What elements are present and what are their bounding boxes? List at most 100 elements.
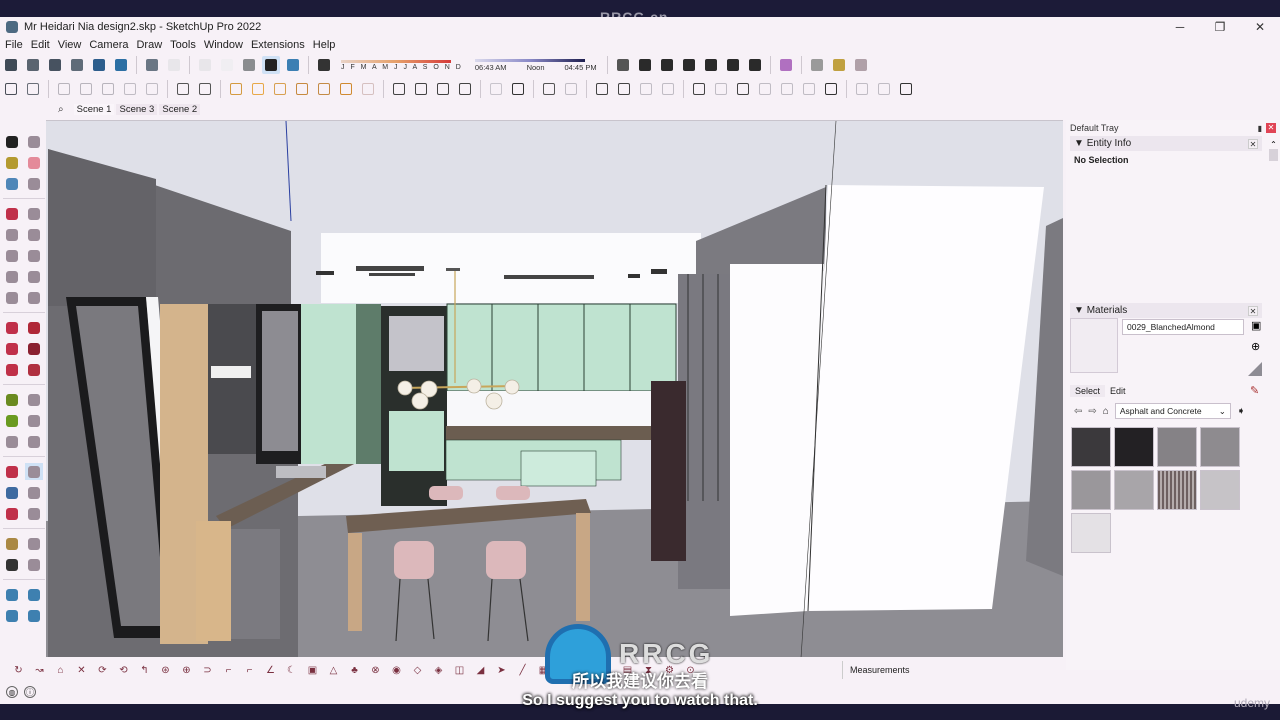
menu-view[interactable]: View (54, 39, 86, 51)
back-view-icon[interactable] (724, 56, 742, 74)
entity-info-header[interactable]: ▼ Entity Info ✕ (1070, 136, 1262, 151)
tool-polygon[interactable] (25, 247, 43, 264)
cube-icon[interactable] (712, 80, 730, 98)
tool-orbit-select[interactable] (25, 133, 43, 150)
tool-push-pull[interactable] (25, 319, 43, 336)
extension-warehouse-icon[interactable] (777, 56, 795, 74)
section-plane-icon[interactable] (337, 80, 355, 98)
menu-tools[interactable]: Tools (166, 39, 200, 51)
tool-rotated-rectangle[interactable] (25, 226, 43, 243)
tool-rotate[interactable] (3, 340, 21, 357)
tool-line[interactable] (3, 205, 21, 222)
tool-footprints[interactable] (3, 556, 21, 573)
trim-icon[interactable] (99, 80, 117, 98)
styles-icon[interactable] (852, 56, 870, 74)
split-icon[interactable] (121, 80, 139, 98)
tiles-icon[interactable] (853, 80, 871, 98)
menu-edit[interactable]: Edit (27, 39, 54, 51)
shaded-textures-icon[interactable] (262, 56, 280, 74)
scene-tab-1[interactable]: Scene 1 (73, 103, 115, 115)
tool-axes[interactable] (3, 433, 21, 450)
layer-icon[interactable] (68, 56, 86, 74)
tool-dimension[interactable] (25, 391, 43, 408)
visibility-icon[interactable] (897, 80, 915, 98)
tool-text[interactable] (25, 412, 43, 429)
search-icon[interactable]: ⌕ (58, 104, 64, 115)
materials-tab-edit[interactable]: Edit (1105, 385, 1131, 397)
tool-2-point-arc[interactable] (25, 289, 43, 306)
tool-position-camera[interactable] (25, 505, 43, 522)
fog-icon[interactable] (614, 56, 632, 74)
solid2-icon[interactable] (112, 56, 130, 74)
solid-tools-icon[interactable] (143, 80, 161, 98)
tool-follow-me[interactable] (25, 340, 43, 357)
grid-icon[interactable] (800, 80, 818, 98)
eyedropper-icon[interactable]: ✎ (1250, 384, 1259, 397)
location-icon[interactable] (830, 56, 848, 74)
component-icon[interactable] (2, 56, 20, 74)
menu-draw[interactable]: Draw (132, 39, 166, 51)
home-icon[interactable]: ⌂ (1103, 406, 1109, 417)
tool-sandbox-drape[interactable] (3, 607, 21, 624)
details-arrow-icon[interactable]: ➧ (1237, 406, 1245, 417)
tool-protractor[interactable] (3, 412, 21, 429)
tool-sandbox-stamp[interactable] (25, 586, 43, 603)
tool-pan[interactable] (25, 463, 43, 480)
tool-freehand[interactable] (25, 205, 43, 222)
menu-window[interactable]: Window (200, 39, 247, 51)
material-swatch[interactable] (1114, 470, 1154, 510)
tool-section-plane[interactable] (25, 556, 43, 573)
tool-zoom[interactable] (3, 484, 21, 501)
solid-icon[interactable] (90, 56, 108, 74)
add-scene-icon[interactable] (540, 80, 558, 98)
make-component-icon[interactable] (174, 80, 192, 98)
xray-icon[interactable] (143, 56, 161, 74)
refresh-icon[interactable] (509, 80, 527, 98)
material-name-field[interactable]: 0029_BlanchedAlmond (1122, 319, 1244, 335)
tool-zoom-extents[interactable] (3, 505, 21, 522)
tool-sandbox-flip[interactable] (25, 607, 43, 624)
material-swatch[interactable] (1071, 513, 1111, 553)
grass-icon[interactable] (756, 80, 774, 98)
offset-icon[interactable] (249, 80, 267, 98)
materials-header[interactable]: ▼ Materials ✕ (1070, 303, 1262, 318)
paint-default-icon[interactable]: ▣ (1251, 319, 1261, 332)
smoove-icon[interactable] (778, 80, 796, 98)
scene-image-icon[interactable] (562, 80, 580, 98)
back-arrow-icon[interactable]: ⇦ (1074, 406, 1082, 417)
tool-3d-text[interactable] (25, 433, 43, 450)
sandbox-from-contours-icon[interactable] (690, 80, 708, 98)
iso-icon[interactable] (636, 56, 654, 74)
style-check-icon[interactable] (390, 80, 408, 98)
door-icon[interactable] (875, 80, 893, 98)
material-swatch[interactable] (1071, 470, 1111, 510)
minimize-button[interactable]: ─ (1160, 17, 1200, 37)
tray-close-button[interactable]: ✕ (1266, 123, 1276, 133)
rainbow-icon[interactable] (487, 80, 505, 98)
flip-edge-icon[interactable] (822, 80, 840, 98)
union-icon[interactable] (55, 80, 73, 98)
close-button[interactable]: ✕ (1240, 17, 1280, 37)
menu-file[interactable]: File (0, 39, 27, 51)
tool-tape-measure[interactable] (3, 391, 21, 408)
tool-tag-tool[interactable] (25, 175, 43, 192)
3d-viewport[interactable] (46, 120, 1063, 657)
tray-scrollbar[interactable]: ⌃ (1269, 140, 1278, 670)
wireframe-icon[interactable] (196, 56, 214, 74)
tool-scale[interactable] (3, 361, 21, 378)
tool-orbit[interactable] (3, 463, 21, 480)
scene-tab-2[interactable]: Scene 2 (159, 103, 201, 115)
teapot-icon[interactable] (434, 80, 452, 98)
forward-arrow-icon[interactable]: ⇨ (1088, 406, 1096, 417)
tool-rectangle[interactable] (3, 226, 21, 243)
window-icon[interactable] (593, 80, 611, 98)
front-view-icon[interactable] (680, 56, 698, 74)
teapot2-icon[interactable] (456, 80, 474, 98)
back-edges-icon[interactable] (165, 56, 183, 74)
shadow-date-slider[interactable]: J F M A M J J A S O N D (341, 59, 463, 71)
material-swatch[interactable] (1200, 470, 1240, 510)
tool-look-around[interactable] (25, 535, 43, 552)
paint-bucket-icon[interactable] (196, 80, 214, 98)
menu-camera[interactable]: Camera (85, 39, 132, 51)
material-swatch[interactable] (1200, 427, 1240, 467)
